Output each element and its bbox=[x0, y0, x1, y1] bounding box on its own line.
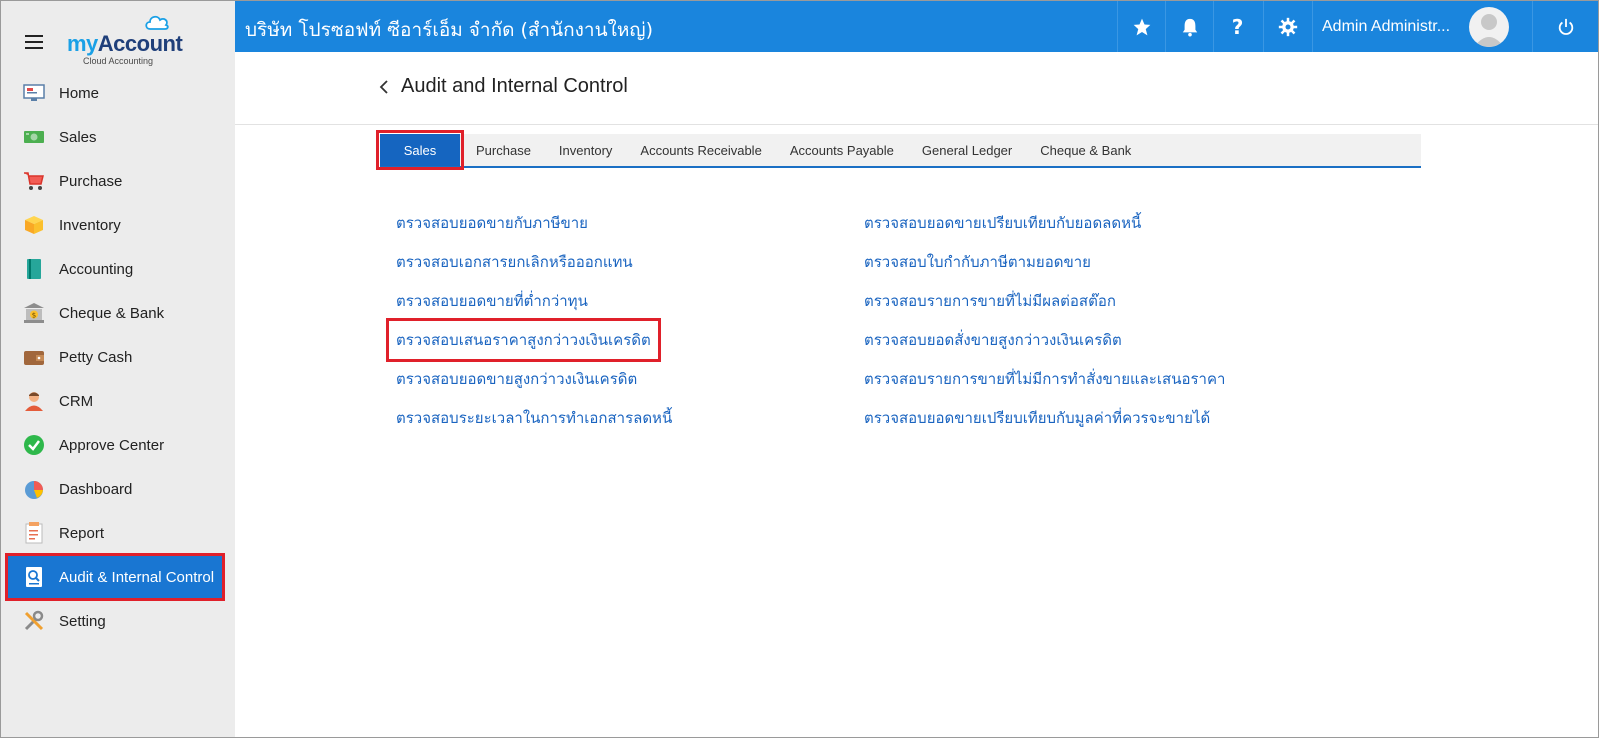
report-icon bbox=[23, 522, 45, 544]
sidebar-item-purchase[interactable]: Purchase bbox=[7, 159, 223, 203]
person-icon bbox=[23, 390, 45, 412]
sidebar: myAccount Cloud Accounting Home Sales Pu… bbox=[1, 1, 235, 737]
sidebar-item-audit-internal-control[interactable]: Audit & Internal Control bbox=[5, 553, 225, 601]
sidebar-item-label: Purchase bbox=[59, 172, 123, 190]
tab-purchase[interactable]: Purchase bbox=[462, 134, 545, 166]
tab-cheque-bank[interactable]: Cheque & Bank bbox=[1026, 134, 1145, 166]
sidebar-item-crm[interactable]: CRM bbox=[7, 379, 223, 423]
sidebar-item-label: Sales bbox=[59, 128, 97, 146]
audit-link[interactable]: ตรวจสอบยอดขายเปรียบเทียบกับมูลค่าที่ควรจ… bbox=[864, 406, 1210, 430]
brand: myAccount Cloud Accounting bbox=[1, 1, 235, 71]
cloud-icon bbox=[145, 15, 169, 30]
sidebar-item-report[interactable]: Report bbox=[7, 511, 223, 555]
audit-link[interactable]: ตรวจสอบเอกสารยกเลิกหรือออกแทน bbox=[396, 250, 633, 274]
sidebar-item-home[interactable]: Home bbox=[7, 71, 223, 115]
user-avatar-icon bbox=[1474, 14, 1504, 47]
audit-link[interactable]: ตรวจสอบยอดขายเปรียบเทียบกับยอดลดหนี้ bbox=[864, 211, 1141, 235]
wallet-icon bbox=[23, 346, 45, 368]
money-icon bbox=[23, 126, 45, 148]
logo[interactable]: myAccount Cloud Accounting bbox=[67, 13, 187, 66]
pie-chart-icon bbox=[23, 478, 45, 500]
svg-text:$: $ bbox=[32, 312, 36, 320]
audit-link[interactable]: ตรวจสอบยอดขายที่ต่ำกว่าทุน bbox=[396, 289, 588, 313]
hamburger-menu-icon[interactable] bbox=[25, 35, 43, 49]
sidebar-item-label: Cheque & Bank bbox=[59, 304, 165, 322]
tab-bar: Sales Purchase Inventory Accounts Receiv… bbox=[376, 130, 1421, 170]
gear-icon bbox=[1278, 17, 1297, 36]
logo-text: myAccount bbox=[67, 31, 183, 56]
sidebar-item-setting[interactable]: Setting bbox=[7, 599, 223, 643]
audit-link[interactable]: ตรวจสอบระยะเวลาในการทำเอกสารลดหนี้ bbox=[396, 406, 672, 430]
box-icon bbox=[23, 214, 45, 236]
bank-icon: $ bbox=[23, 302, 45, 324]
sidebar-item-label: CRM bbox=[59, 392, 94, 410]
sidebar-item-dashboard[interactable]: Dashboard bbox=[7, 467, 223, 511]
sidebar-menu: Home Sales Purchase Inventory Accounting bbox=[5, 71, 225, 643]
tab-accounts-payable[interactable]: Accounts Payable bbox=[776, 134, 908, 166]
tab-inventory[interactable]: Inventory bbox=[545, 134, 626, 166]
book-icon bbox=[23, 258, 45, 280]
check-circle-icon bbox=[23, 434, 45, 456]
audit-link[interactable]: ตรวจสอบเสนอราคาสูงกว่าวงเงินเครดิต bbox=[386, 318, 661, 362]
sidebar-item-approve-center[interactable]: Approve Center bbox=[7, 423, 223, 467]
sidebar-item-label: Accounting bbox=[59, 260, 134, 278]
notification-button[interactable] bbox=[1165, 1, 1213, 52]
sidebar-item-inventory[interactable]: Inventory bbox=[7, 203, 223, 247]
sidebar-item-sales[interactable]: Sales bbox=[7, 115, 223, 159]
audit-link[interactable]: ตรวจสอบยอดสั่งขายสูงกว่าวงเงินเครดิต bbox=[864, 328, 1122, 352]
company-name: บริษัท โปรซอฟท์ ซีอาร์เอ็ม จำกัด (สำนักง… bbox=[245, 19, 653, 41]
bell-icon bbox=[1182, 18, 1197, 36]
page-title: Audit and Internal Control bbox=[401, 75, 628, 97]
help-button[interactable]: ? bbox=[1213, 1, 1261, 52]
chevron-left-icon[interactable] bbox=[379, 80, 389, 94]
cart-icon bbox=[23, 170, 45, 192]
sidebar-item-label: Report bbox=[59, 524, 105, 542]
star-icon bbox=[1133, 18, 1150, 35]
tab-sales[interactable]: Sales bbox=[376, 130, 464, 170]
audit-link[interactable]: ตรวจสอบรายการขายที่ไม่มีผลต่อสต๊อก bbox=[864, 289, 1116, 313]
sidebar-item-label: Setting bbox=[59, 612, 106, 630]
sidebar-item-accounting[interactable]: Accounting bbox=[7, 247, 223, 291]
sidebar-item-cheque-bank[interactable]: $ Cheque & Bank bbox=[7, 291, 223, 335]
audit-link[interactable]: ตรวจสอบยอดขายสูงกว่าวงเงินเครดิต bbox=[396, 367, 637, 391]
sidebar-item-label: Dashboard bbox=[59, 480, 133, 498]
sidebar-item-petty-cash[interactable]: Petty Cash bbox=[7, 335, 223, 379]
page-header: Audit and Internal Control bbox=[235, 52, 1598, 125]
sidebar-item-label: Approve Center bbox=[59, 436, 165, 454]
audit-link[interactable]: ตรวจสอบยอดขายกับภาษีขาย bbox=[396, 211, 588, 235]
settings-button[interactable] bbox=[1263, 1, 1311, 52]
logo-tagline: Cloud Accounting bbox=[83, 56, 154, 66]
user-name[interactable]: Admin Administr... bbox=[1322, 18, 1450, 36]
audit-link[interactable]: ตรวจสอบรายการขายที่ไม่มีการทำสั่งขายและเ… bbox=[864, 367, 1225, 391]
tab-accounts-receivable[interactable]: Accounts Receivable bbox=[626, 134, 775, 166]
topbar: บริษัท โปรซอฟท์ ซีอาร์เอ็ม จำกัด (สำนักง… bbox=[235, 1, 1598, 52]
monitor-icon bbox=[23, 82, 45, 104]
audit-icon bbox=[23, 566, 45, 588]
sidebar-item-label: Home bbox=[59, 84, 100, 102]
question-icon: ? bbox=[1231, 14, 1244, 39]
power-icon bbox=[1558, 18, 1573, 35]
avatar[interactable] bbox=[1469, 7, 1509, 47]
favorite-button[interactable] bbox=[1117, 1, 1165, 52]
sidebar-item-label: Audit & Internal Control bbox=[59, 568, 215, 586]
tab-general-ledger[interactable]: General Ledger bbox=[908, 134, 1026, 166]
audit-link[interactable]: ตรวจสอบใบกำกับภาษีตามยอดขาย bbox=[864, 250, 1091, 274]
sidebar-item-label: Petty Cash bbox=[59, 348, 133, 366]
logout-button[interactable] bbox=[1532, 1, 1598, 52]
tools-icon bbox=[23, 610, 45, 632]
sidebar-item-label: Inventory bbox=[59, 216, 121, 234]
